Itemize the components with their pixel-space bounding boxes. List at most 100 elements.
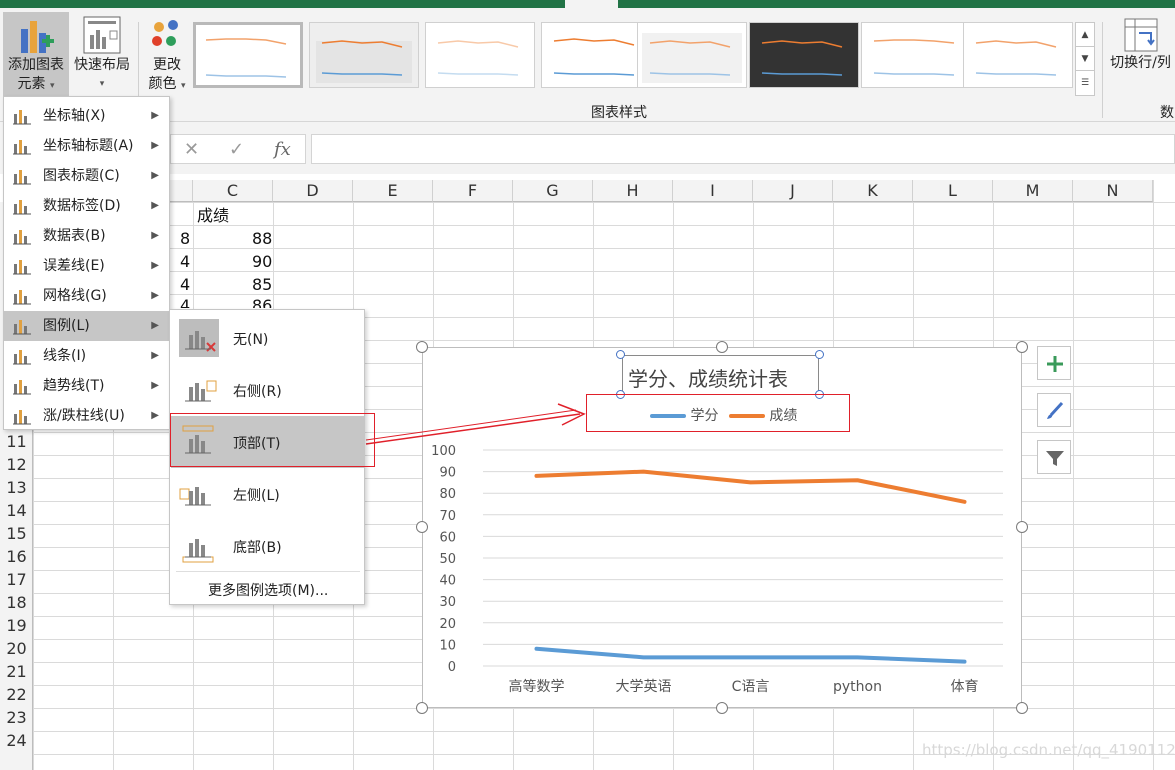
column-header-d[interactable]: D: [273, 180, 353, 202]
row-header-21[interactable]: 21: [0, 660, 33, 683]
column-header-n[interactable]: N: [1073, 180, 1153, 202]
chart-style-7[interactable]: [861, 22, 971, 88]
menu-item[interactable]: 数据标签(D) ▶: [4, 191, 169, 221]
menu-item[interactable]: 涨/跌柱线(U) ▶: [4, 401, 169, 431]
row-header-20[interactable]: 20: [0, 637, 33, 660]
title-handle[interactable]: [815, 350, 824, 359]
chevron-right-icon: ▶: [151, 320, 159, 331]
resize-handle[interactable]: [416, 521, 428, 533]
menu-item[interactable]: 误差线(E) ▶: [4, 251, 169, 281]
row-header-16[interactable]: 16: [0, 545, 33, 568]
cell-b[interactable]: 4: [180, 250, 190, 273]
column-header-c[interactable]: C: [193, 180, 273, 202]
close-icon[interactable]: ✕: [184, 139, 199, 160]
chart-filters-button[interactable]: [1037, 440, 1071, 474]
menu-item[interactable]: 坐标轴标题(A) ▶: [4, 131, 169, 161]
quick-layout-icon: [83, 16, 121, 54]
plus-icon: [1047, 356, 1063, 372]
row-header-19[interactable]: 19: [0, 614, 33, 637]
chart-styles-button[interactable]: [1037, 393, 1071, 427]
column-header-m[interactable]: M: [993, 180, 1073, 202]
gallery-scroll[interactable]: ▲ ▼ ☰: [1075, 22, 1095, 96]
row-header-13[interactable]: 13: [0, 476, 33, 499]
cell-c[interactable]: 86: [252, 294, 272, 308]
cell-b[interactable]: 8: [180, 227, 190, 250]
chart-style-3[interactable]: [425, 22, 535, 88]
column-header-f[interactable]: F: [433, 180, 513, 202]
resize-handle[interactable]: [416, 702, 428, 714]
row-header-23[interactable]: 23: [0, 706, 33, 729]
gallery-more-icon[interactable]: ☰: [1076, 71, 1094, 95]
row-header-22[interactable]: 22: [0, 683, 33, 706]
row-header-12[interactable]: 12: [0, 453, 33, 476]
menu-item-label: 趋势线(T): [43, 378, 105, 394]
chart-style-4[interactable]: [541, 22, 651, 88]
title-handle[interactable]: [616, 350, 625, 359]
resize-handle[interactable]: [716, 702, 728, 714]
resize-handle[interactable]: [716, 341, 728, 353]
legend-right-icon: [179, 371, 219, 409]
column-header-e[interactable]: E: [353, 180, 433, 202]
resize-handle[interactable]: [416, 341, 428, 353]
resize-handle[interactable]: [1016, 702, 1028, 714]
ribbon: 添加图表 元素 ▾ 快速布局 ▾ 更改 颜色 ▾ ▲ ▼ ☰ 图表样式 切换行/…: [0, 8, 1175, 122]
cell-c[interactable]: 85: [252, 273, 272, 296]
chart-style-8[interactable]: [963, 22, 1073, 88]
cell-c-header[interactable]: 成绩: [197, 204, 229, 227]
menu-item[interactable]: 图例(L) ▶: [4, 311, 169, 341]
legend-none-icon: [179, 319, 219, 357]
column-header-h[interactable]: H: [593, 180, 673, 202]
row-header-11[interactable]: 11: [0, 430, 33, 453]
cell-b[interactable]: 4: [180, 294, 190, 308]
chart-style-5[interactable]: [637, 22, 747, 88]
legend-option[interactable]: 底部(B): [171, 520, 364, 572]
more-legend-options[interactable]: 更多图例选项(M)...: [208, 580, 328, 600]
cell-c[interactable]: 90: [252, 250, 272, 273]
chevron-down-icon: ▾: [49, 81, 55, 91]
trendline-icon: [12, 377, 32, 395]
menu-item[interactable]: 线条(I) ▶: [4, 341, 169, 371]
scroll-down-icon[interactable]: ▼: [1076, 47, 1094, 71]
menu-item[interactable]: 坐标轴(X) ▶: [4, 101, 169, 131]
chevron-right-icon: ▶: [151, 230, 159, 241]
quick-layout-button[interactable]: 快速布局 ▾: [69, 12, 135, 96]
row-header-24[interactable]: 24: [0, 729, 33, 752]
chart-style-2[interactable]: [309, 22, 419, 88]
row-header-18[interactable]: 18: [0, 591, 33, 614]
resize-handle[interactable]: [1016, 521, 1028, 533]
title-bar: [0, 0, 1175, 8]
menu-item-label: 涨/跌柱线(U): [43, 408, 125, 424]
menu-item[interactable]: 趋势线(T) ▶: [4, 371, 169, 401]
formula-input[interactable]: [311, 134, 1175, 164]
row-header-15[interactable]: 15: [0, 522, 33, 545]
legend-option[interactable]: 右侧(R): [171, 364, 364, 416]
row-header-14[interactable]: 14: [0, 499, 33, 522]
column-header-i[interactable]: I: [673, 180, 753, 202]
chart-legend[interactable]: 学分 成绩: [650, 405, 797, 425]
brush-icon: [1047, 401, 1064, 419]
fx-icon[interactable]: fx: [274, 139, 291, 160]
column-header-j[interactable]: J: [753, 180, 833, 202]
formula-bar: ✕ ✓ fx: [0, 122, 1175, 174]
column-header-g[interactable]: G: [513, 180, 593, 202]
change-colors-button[interactable]: 更改 颜色 ▾: [142, 12, 192, 96]
menu-item[interactable]: 数据表(B) ▶: [4, 221, 169, 251]
cell-c[interactable]: 88: [252, 227, 272, 250]
switch-row-column-button[interactable]: 切换行/列: [1106, 12, 1175, 96]
check-icon[interactable]: ✓: [229, 139, 244, 160]
row-header-17[interactable]: 17: [0, 568, 33, 591]
chart-style-6[interactable]: [749, 22, 859, 88]
cell-b[interactable]: 4: [180, 273, 190, 296]
scroll-up-icon[interactable]: ▲: [1076, 23, 1094, 47]
chart-style-1[interactable]: [193, 22, 303, 88]
resize-handle[interactable]: [1016, 341, 1028, 353]
chevron-right-icon: ▶: [151, 140, 159, 151]
column-header-k[interactable]: K: [833, 180, 913, 202]
chart-elements-button[interactable]: [1037, 346, 1071, 380]
menu-item[interactable]: 图表标题(C) ▶: [4, 161, 169, 191]
menu-item[interactable]: 网格线(G) ▶: [4, 281, 169, 311]
legend-option[interactable]: 左侧(L): [171, 468, 364, 520]
legend-option[interactable]: 无(N): [171, 312, 364, 364]
add-chart-element-button[interactable]: 添加图表 元素 ▾: [3, 12, 69, 96]
column-header-l[interactable]: L: [913, 180, 993, 202]
